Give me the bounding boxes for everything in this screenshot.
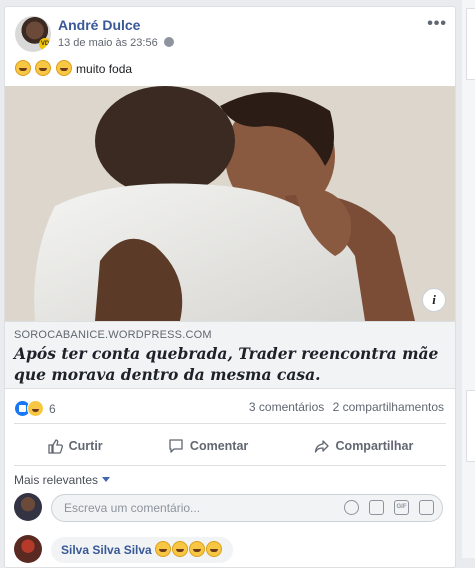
right-sidebar-strip — [462, 0, 475, 558]
author-avatar[interactable]: VD — [15, 16, 51, 52]
reaction-summary[interactable]: 6 — [14, 400, 56, 417]
author-name[interactable]: André Dulce — [58, 17, 140, 33]
haha-reaction-icon — [27, 400, 44, 417]
speech-bubble-icon — [169, 439, 183, 453]
caret-down-icon — [102, 477, 111, 482]
post-message-text: muito foda — [76, 62, 133, 76]
comment-input-wrapper[interactable]: GIF — [51, 494, 443, 522]
link-preview[interactable]: SOROCABANICE.WORDPRESS.COM Após ter cont… — [5, 321, 455, 389]
reaction-count: 6 — [49, 402, 56, 416]
commenter-avatar[interactable] — [14, 535, 42, 563]
rolling-laughing-emoji — [189, 541, 206, 557]
like-button-label: Curtir — [68, 439, 103, 453]
rolling-laughing-emoji — [172, 541, 189, 557]
comment-sort-dropdown[interactable]: Mais relevantes — [14, 473, 111, 487]
comment-input[interactable] — [62, 500, 326, 516]
avatar-badge: VD — [39, 38, 51, 50]
comments-count-link[interactable]: 3 comentários — [249, 400, 324, 414]
post-meta: 13 de maio às 23:56 — [58, 37, 174, 49]
camera-icon[interactable] — [369, 500, 384, 515]
comment-sort-label: Mais relevantes — [14, 473, 99, 487]
more-options-icon[interactable]: ••• — [427, 15, 447, 33]
sidebar-card — [466, 8, 475, 80]
hug-photo — [5, 86, 455, 321]
share-button-label: Compartilhar — [335, 439, 414, 453]
gif-icon[interactable]: GIF — [394, 500, 409, 515]
divider — [14, 423, 446, 424]
link-title[interactable]: Após ter conta quebrada, Trader reencont… — [14, 343, 454, 385]
user-avatar[interactable] — [14, 493, 42, 521]
engagement-stats: 3 comentários 2 compartilhamentos — [244, 400, 444, 414]
man-head — [95, 86, 235, 196]
comment-bubble: Silva Silva Silva — [51, 537, 234, 563]
comment-button[interactable]: Comentar — [168, 438, 248, 454]
link-preview-image[interactable]: i — [5, 86, 455, 321]
post-message: muito foda — [15, 60, 132, 76]
info-icon[interactable]: i — [422, 288, 446, 312]
rolling-laughing-emoji — [206, 541, 223, 557]
globe-icon — [163, 37, 174, 47]
comment-button-label: Comentar — [189, 439, 249, 453]
rolling-laughing-emoji — [155, 541, 172, 557]
thumbs-up-icon — [47, 439, 63, 454]
comment-input-icons: GIF — [344, 500, 434, 515]
rolling-laughing-emoji — [55, 60, 72, 76]
link-domain: SOROCABANICE.WORDPRESS.COM — [14, 329, 212, 341]
smiley-icon[interactable] — [344, 500, 359, 515]
sidebar-card — [466, 390, 475, 462]
post-card: VD André Dulce 13 de maio às 23:56 ••• m… — [4, 6, 456, 568]
share-button[interactable]: Compartilhar — [314, 438, 414, 454]
divider — [14, 465, 446, 466]
share-arrow-icon — [314, 440, 329, 453]
commenter-name[interactable]: Silva Silva Silva — [61, 543, 152, 557]
rolling-laughing-emoji — [15, 60, 31, 76]
shares-count-link[interactable]: 2 compartilhamentos — [333, 400, 444, 414]
comment-composer: GIF — [14, 493, 446, 523]
like-button[interactable]: Curtir — [47, 438, 103, 454]
rolling-laughing-emoji — [35, 60, 52, 76]
action-bar: Curtir Comentar Compartilhar — [14, 431, 446, 461]
post-timestamp[interactable]: 13 de maio às 23:56 — [58, 37, 158, 49]
sticker-icon[interactable] — [419, 500, 434, 515]
